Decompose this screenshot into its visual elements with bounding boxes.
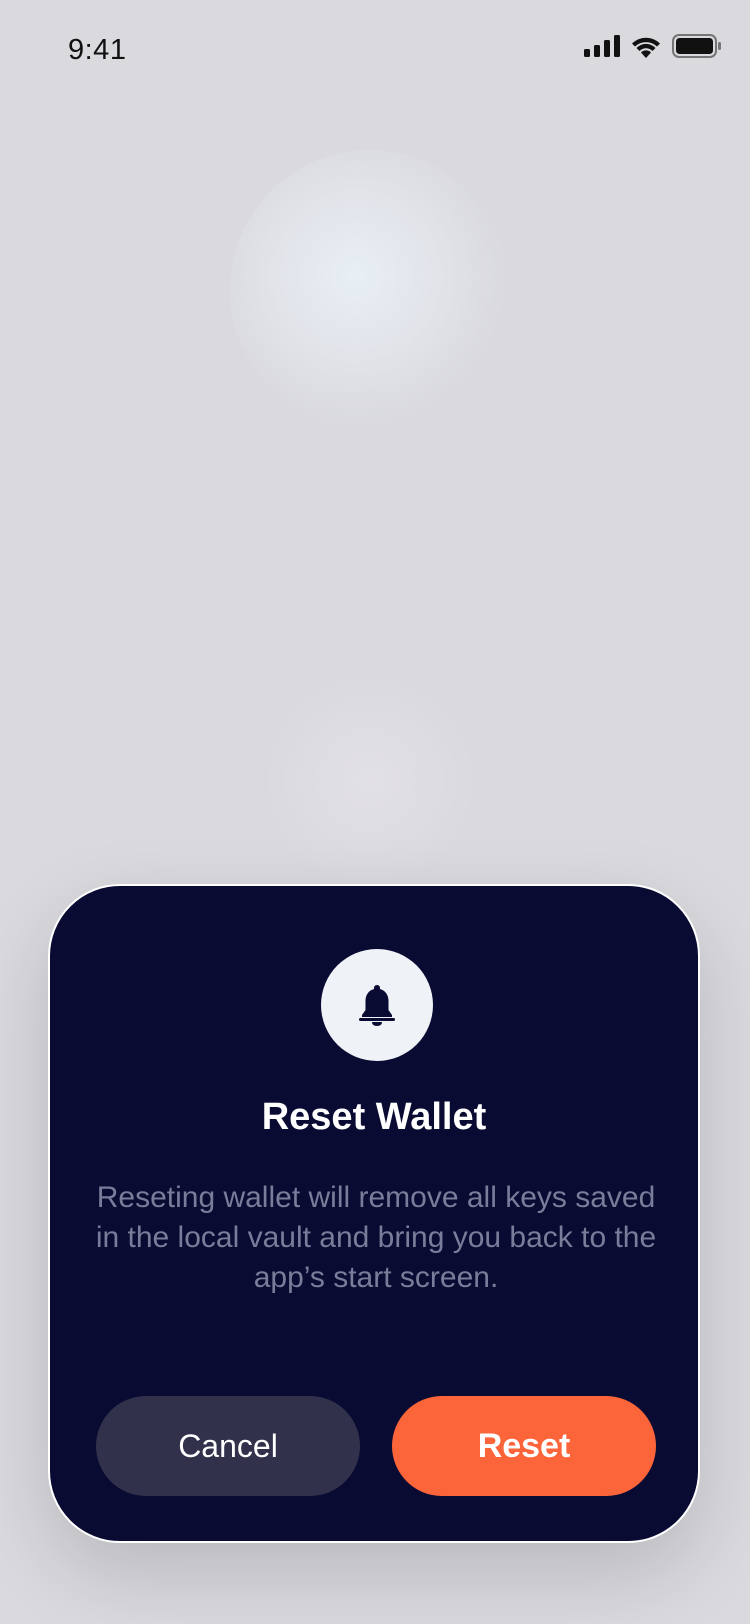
status-bar: 9:41 [0, 0, 750, 100]
status-icons [584, 34, 722, 58]
reset-wallet-dialog: Reset Wallet Reseting wallet will remove… [48, 884, 700, 1543]
status-time: 9:41 [68, 34, 127, 66]
dialog-title: Reset Wallet [261, 1096, 487, 1138]
dialog-message: Reseting wallet will remove all keys sav… [95, 1181, 657, 1294]
reset-button[interactable]: Reset [392, 1396, 656, 1496]
bell-icon [359, 985, 395, 1026]
cancel-button[interactable]: Cancel [96, 1396, 360, 1496]
cellular-signal-icon [584, 35, 620, 57]
background-glow [250, 660, 490, 900]
battery-icon [672, 34, 721, 58]
dialog-icon-badge [321, 949, 433, 1061]
wifi-icon [632, 37, 660, 58]
background-glow [230, 150, 510, 430]
